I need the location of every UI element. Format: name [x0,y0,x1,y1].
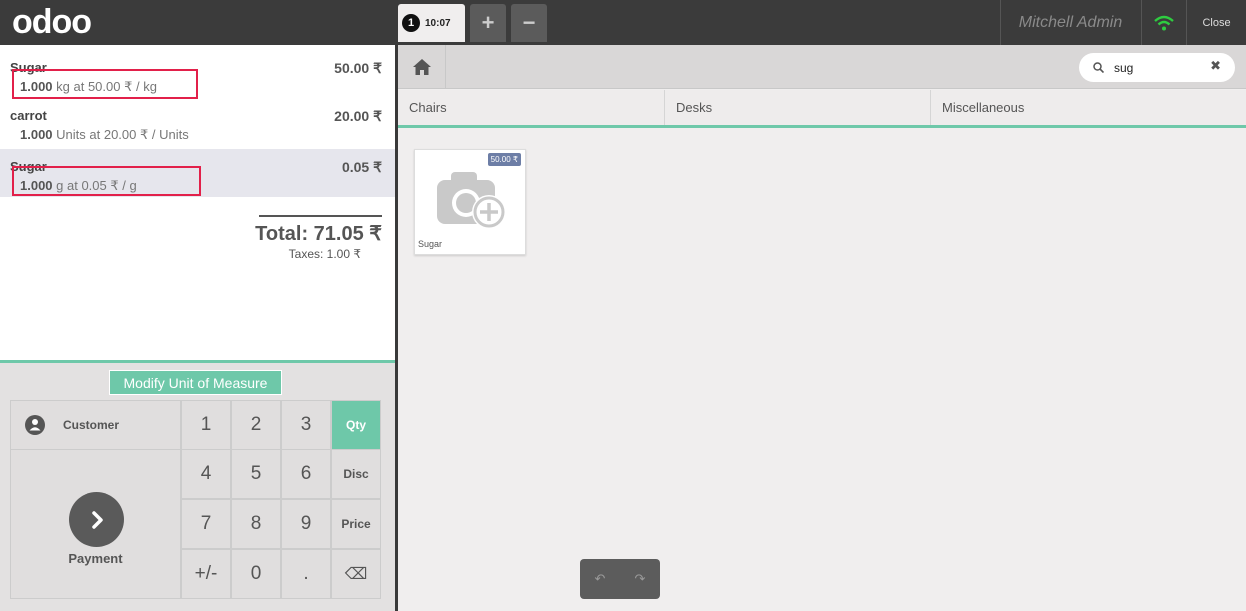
undo-redo-toolbar: ↶ ↷ [580,559,660,599]
user-icon [25,415,45,435]
remove-order-button[interactable]: − [511,4,547,42]
payment-button[interactable]: Payment [10,449,181,599]
product-screen: sug ✖ Chairs Desks Miscellaneous 50.00 ₹… [398,45,1246,611]
numpad-area: Customer Payment 1 2 3 4 5 6 7 8 9 +/- 0 [10,400,381,599]
orderline-price: 20.00 ₹ [334,108,382,124]
chevron-right-icon [69,492,124,547]
numpad-key-9[interactable]: 9 [281,499,331,549]
numpad-key-3[interactable]: 3 [281,400,331,450]
clear-search-icon[interactable]: ✖ [1210,59,1221,74]
category-bar: Chairs Desks Miscellaneous [398,90,1246,128]
redo-icon[interactable]: ↷ [635,572,646,587]
numpad-key-8[interactable]: 8 [231,499,281,549]
product-price-tag: 50.00 ₹ [487,153,521,166]
user-name[interactable]: Mitchell Admin [1000,0,1140,45]
numpad-key-5[interactable]: 5 [231,449,281,499]
mode-qty-button[interactable]: Qty [331,400,381,450]
numpad-key-4[interactable]: 4 [181,449,231,499]
order-number-badge: 1 [402,14,420,32]
numpad-key-2[interactable]: 2 [231,400,281,450]
search-icon [1093,58,1105,77]
numpad-key-6[interactable]: 6 [281,449,331,499]
order-tab[interactable]: 1 10:07 [398,4,465,42]
orderline-price: 50.00 ₹ [334,60,382,76]
category-miscellaneous[interactable]: Miscellaneous [931,90,1246,125]
order-taxes: Taxes: 1.00 ₹ [288,247,361,261]
breadcrumb-bar: sug ✖ [398,45,1246,89]
camera-placeholder-icon [433,164,511,234]
orderline-info: 1.000 Units at 20.00 ₹ / Units [20,127,189,142]
mode-price-button[interactable]: Price [331,499,381,549]
payment-label: Payment [68,551,123,566]
odoo-logo: odoo [12,3,92,41]
undo-icon[interactable]: ↶ [595,572,606,587]
orderline-name: carrot [10,108,47,123]
numpad-key-0[interactable]: 0 [231,549,281,599]
backspace-button[interactable]: ⌫ [331,549,381,599]
numpad-key-plus-minus[interactable]: +/- [181,549,231,599]
numpad-key-7[interactable]: 7 [181,499,231,549]
modify-uom-button[interactable]: Modify Unit of Measure [109,370,282,395]
customer-button[interactable]: Customer [10,400,181,450]
category-chairs[interactable]: Chairs [398,90,665,125]
control-panel: Modify Unit of Measure Customer Payment … [0,360,395,611]
add-order-button[interactable]: + [470,4,506,42]
order-total: Total: 71.05 ₹ [255,223,382,245]
close-button[interactable]: Close [1186,0,1246,45]
numpad-key-1[interactable]: 1 [181,400,231,450]
highlight-box [12,69,198,99]
customer-label: Customer [63,418,120,432]
order-panel: Sugar 50.00 ₹ 1.000 kg at 50.00 ₹ / kg c… [0,45,395,611]
summary-divider [259,215,382,217]
highlight-box [12,166,201,196]
product-card[interactable]: 50.00 ₹ Sugar [414,149,526,255]
mode-disc-button[interactable]: Disc [331,449,381,499]
search-input[interactable]: sug [1114,61,1133,75]
orderline[interactable]: carrot 20.00 ₹ 1.000 Units at 20.00 ₹ / … [0,98,395,146]
home-icon[interactable] [398,45,446,89]
wifi-icon[interactable] [1141,0,1185,45]
product-name: Sugar [418,239,443,249]
search-box[interactable]: sug ✖ [1079,53,1235,82]
orderline-price: 0.05 ₹ [341,159,382,175]
numpad-key-dot[interactable]: . [281,549,331,599]
category-desks[interactable]: Desks [665,90,931,125]
top-bar: odoo 1 10:07 + − Mitchell Admin Close [0,0,1246,45]
order-time: 10:07 [425,17,451,29]
